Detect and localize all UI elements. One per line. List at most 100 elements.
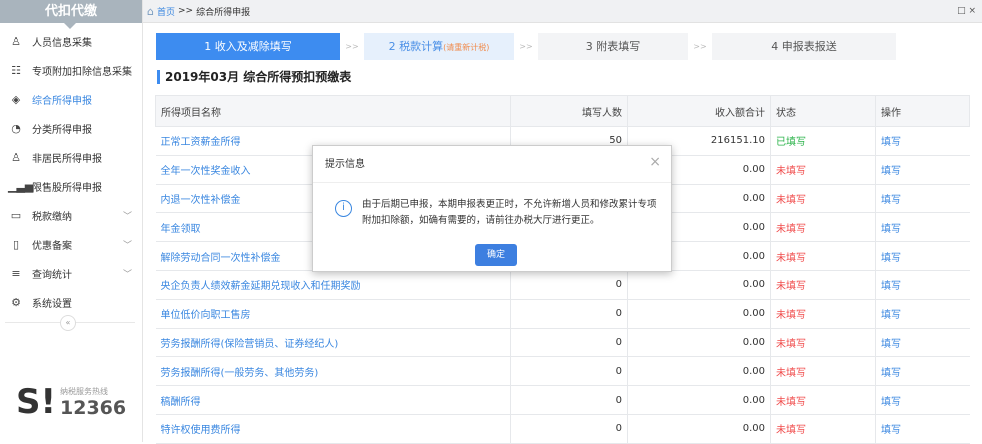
document-icon: ▯ [12,238,20,251]
sidebar-item-6[interactable]: ▭ 税款缴纳 ﹀ [0,201,142,230]
item-name-link[interactable]: 劳务报酬所得(保险营销员、证券经纪人) [155,328,511,358]
status-badge: 未填写 [770,270,876,300]
col-header-count: 填写人数 [510,95,628,127]
info-dialog: 提示信息 × i 由于后期已申报，本期申报表更正时，不允许新增人员和修改累计专项… [312,145,672,272]
layers-icon: ◈ [11,93,21,106]
hotline: S! 纳税服务热线 12366 [16,385,126,419]
income-cell: 0.00 [627,414,771,444]
sidebar-item-label: 综合所得申报 [32,96,92,107]
fill-link[interactable]: 填写 [875,328,970,358]
count-cell: 0 [510,356,628,387]
hotline-label: 纳税服务热线 [60,386,108,396]
home-icon[interactable]: ⌂ [147,5,154,18]
count-cell: 0 [510,299,628,329]
window-controls[interactable]: □ × [957,6,976,16]
sidebar-item-label: 非居民所得申报 [32,154,102,165]
sidebar-item-5[interactable]: ▁▃▅ 限售股所得申报 [0,172,142,201]
status-badge: 未填写 [770,299,876,329]
fill-link[interactable]: 填写 [875,270,970,300]
gear-icon: ⚙ [11,296,21,309]
sidebar-item-label: 税款缴纳 [32,212,72,223]
col-header-action: 操作 [875,95,970,127]
sidebar-item-label: 分类所得申报 [32,125,92,136]
breadcrumb: ⌂ 首页 >> 综合所得申报 □ × [143,0,982,23]
item-name-link[interactable]: 劳务报酬所得(一般劳务、其他劳务) [155,356,511,387]
fill-link[interactable]: 填写 [875,414,970,444]
breadcrumb-current: 综合所得申报 [196,7,251,18]
table-row: 特许权使用费所得 0 0.00 未填写 填写 [155,414,970,444]
sidebar-item-3[interactable]: ◔ 分类所得申报 [0,114,142,143]
sidebar-item-8[interactable]: ≡ 查询统计 ﹀ [0,259,142,288]
breadcrumb-separator: >> [178,6,194,16]
fill-link[interactable]: 填写 [875,126,970,156]
dialog-message: 由于后期已申报，本期申报表更正时，不允许新增人员和修改累计专项附加扣除额，如确有… [362,199,657,226]
item-name-link[interactable]: 特许权使用费所得 [155,414,511,444]
count-cell: 0 [510,414,628,444]
person-icon: ♙ [11,35,21,48]
step-1[interactable]: 1 收入及减除填写 [156,33,340,60]
step-2-note: (请重新计税) [443,43,490,52]
table-row: 劳务报酬所得(保险营销员、证券经纪人) 0 0.00 未填写 填写 [155,328,970,358]
table-row: 央企负责人绩效薪金延期兑现收入和任期奖励 0 0.00 未填写 填写 [155,270,970,300]
item-name-link[interactable]: 央企负责人绩效薪金延期兑现收入和任期奖励 [155,270,511,300]
sidebar: 代扣代缴 ♙ 人员信息采集 ☷ 专项附加扣除信息采集 ﹀ ◈ 综合所得申报 ◔ 分类所得申报 ♙ 非… [0,0,143,442]
table-row: 稿酬所得 0 0.00 未填写 填写 [155,385,970,415]
fill-link[interactable]: 填写 [875,212,970,243]
table-row: 劳务报酬所得(一般劳务、其他劳务) 0 0.00 未填写 填写 [155,356,970,387]
chevron-down-icon: ﹀ [122,270,132,280]
sidebar-title: 代扣代缴 [0,0,142,29]
fill-link[interactable]: 填写 [875,155,970,185]
status-badge: 未填写 [770,212,876,243]
sidebar-item-0[interactable]: ♙ 人员信息采集 [0,27,142,56]
sidebar-item-label: 专项附加扣除信息采集 [32,67,132,78]
collapse-divider: « [5,315,135,331]
item-name-link[interactable]: 稿酬所得 [155,385,511,415]
breadcrumb-home-link[interactable]: 首页 [157,5,175,18]
close-icon[interactable]: × [649,154,661,170]
chevron-down-icon: ﹀ [122,67,132,77]
info-icon: i [335,200,352,217]
page-title: 2019年03月 综合所得预扣预缴表 [157,70,351,84]
step-4[interactable]: 4 申报表报送 [712,33,896,60]
search-list-icon: ≡ [11,267,21,280]
count-cell: 0 [510,270,628,300]
income-cell: 0.00 [627,328,771,358]
sidebar-item-label: 人员信息采集 [32,38,92,49]
table-row: 单位低价向职工售房 0 0.00 未填写 填写 [155,299,970,329]
income-cell: 0.00 [627,270,771,300]
income-cell: 0.00 [627,385,771,415]
fill-link[interactable]: 填写 [875,241,970,271]
collapse-sidebar-button[interactable]: « [60,315,76,331]
sidebar-item-1[interactable]: ☷ 专项附加扣除信息采集 ﹀ [0,56,142,85]
count-cell: 0 [510,385,628,415]
hotline-logo-icon: S! [16,382,56,422]
sidebar-item-9[interactable]: ⚙ 系统设置 [0,288,142,317]
sidebar-item-7[interactable]: ▯ 优惠备案 ﹀ [0,230,142,259]
step-separator: >> [693,42,707,51]
status-badge: 未填写 [770,155,876,185]
sidebar-item-label: 系统设置 [32,299,72,310]
col-header-name: 所得项目名称 [155,95,511,127]
item-name-link[interactable]: 单位低价向职工售房 [155,299,511,329]
fill-link[interactable]: 填写 [875,299,970,329]
sidebar-item-4[interactable]: ♙ 非居民所得申报 [0,143,142,172]
step-2[interactable]: 2 税款计算(请重新计税) [364,33,514,60]
fill-link[interactable]: 填写 [875,184,970,214]
status-badge: 未填写 [770,184,876,214]
dialog-title: 提示信息 [313,146,671,183]
income-cell: 0.00 [627,356,771,387]
status-badge: 未填写 [770,356,876,387]
fill-link[interactable]: 填写 [875,356,970,387]
user-icon: ♙ [11,151,21,164]
status-badge: 未填写 [770,385,876,415]
step-2-label: 2 税款计算 [388,40,444,53]
col-header-status: 状态 [770,95,876,127]
chevron-down-icon: ﹀ [122,241,132,251]
sidebar-item-2[interactable]: ◈ 综合所得申报 [0,85,142,114]
step-3[interactable]: 3 附表填写 [538,33,688,60]
clock-icon: ◔ [11,122,21,135]
confirm-button[interactable]: 确定 [475,244,517,266]
sidebar-item-label: 优惠备案 [32,241,72,252]
step-separator: >> [345,42,359,51]
fill-link[interactable]: 填写 [875,385,970,415]
